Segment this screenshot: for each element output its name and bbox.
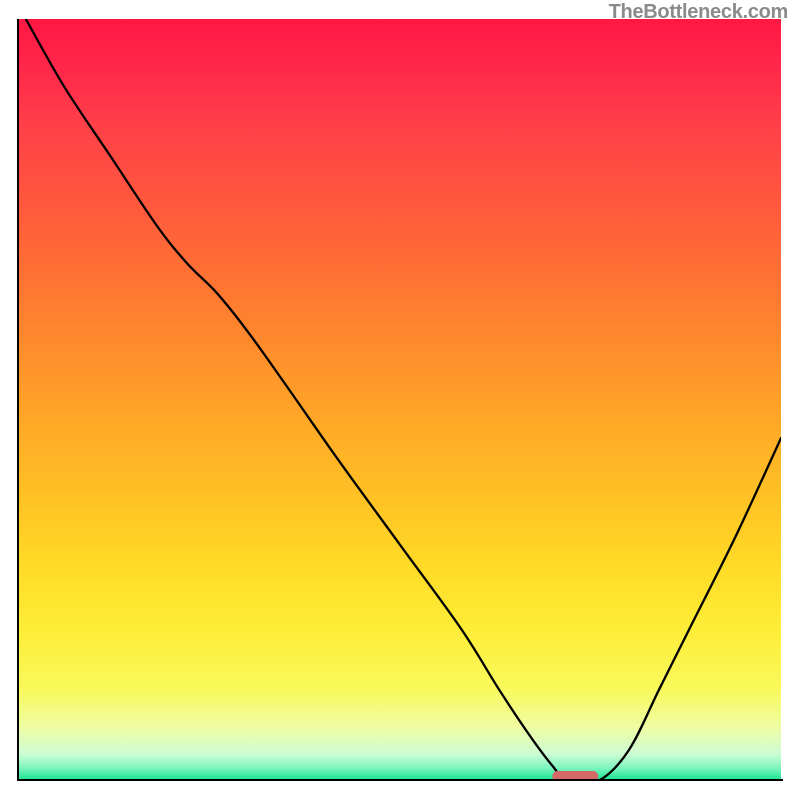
plot-gradient-area — [19, 19, 781, 781]
watermark-text: TheBottleneck.com — [609, 1, 788, 24]
x-axis-line — [17, 779, 783, 781]
chart-container: TheBottleneck.com — [0, 0, 800, 800]
y-axis-line — [17, 19, 19, 781]
